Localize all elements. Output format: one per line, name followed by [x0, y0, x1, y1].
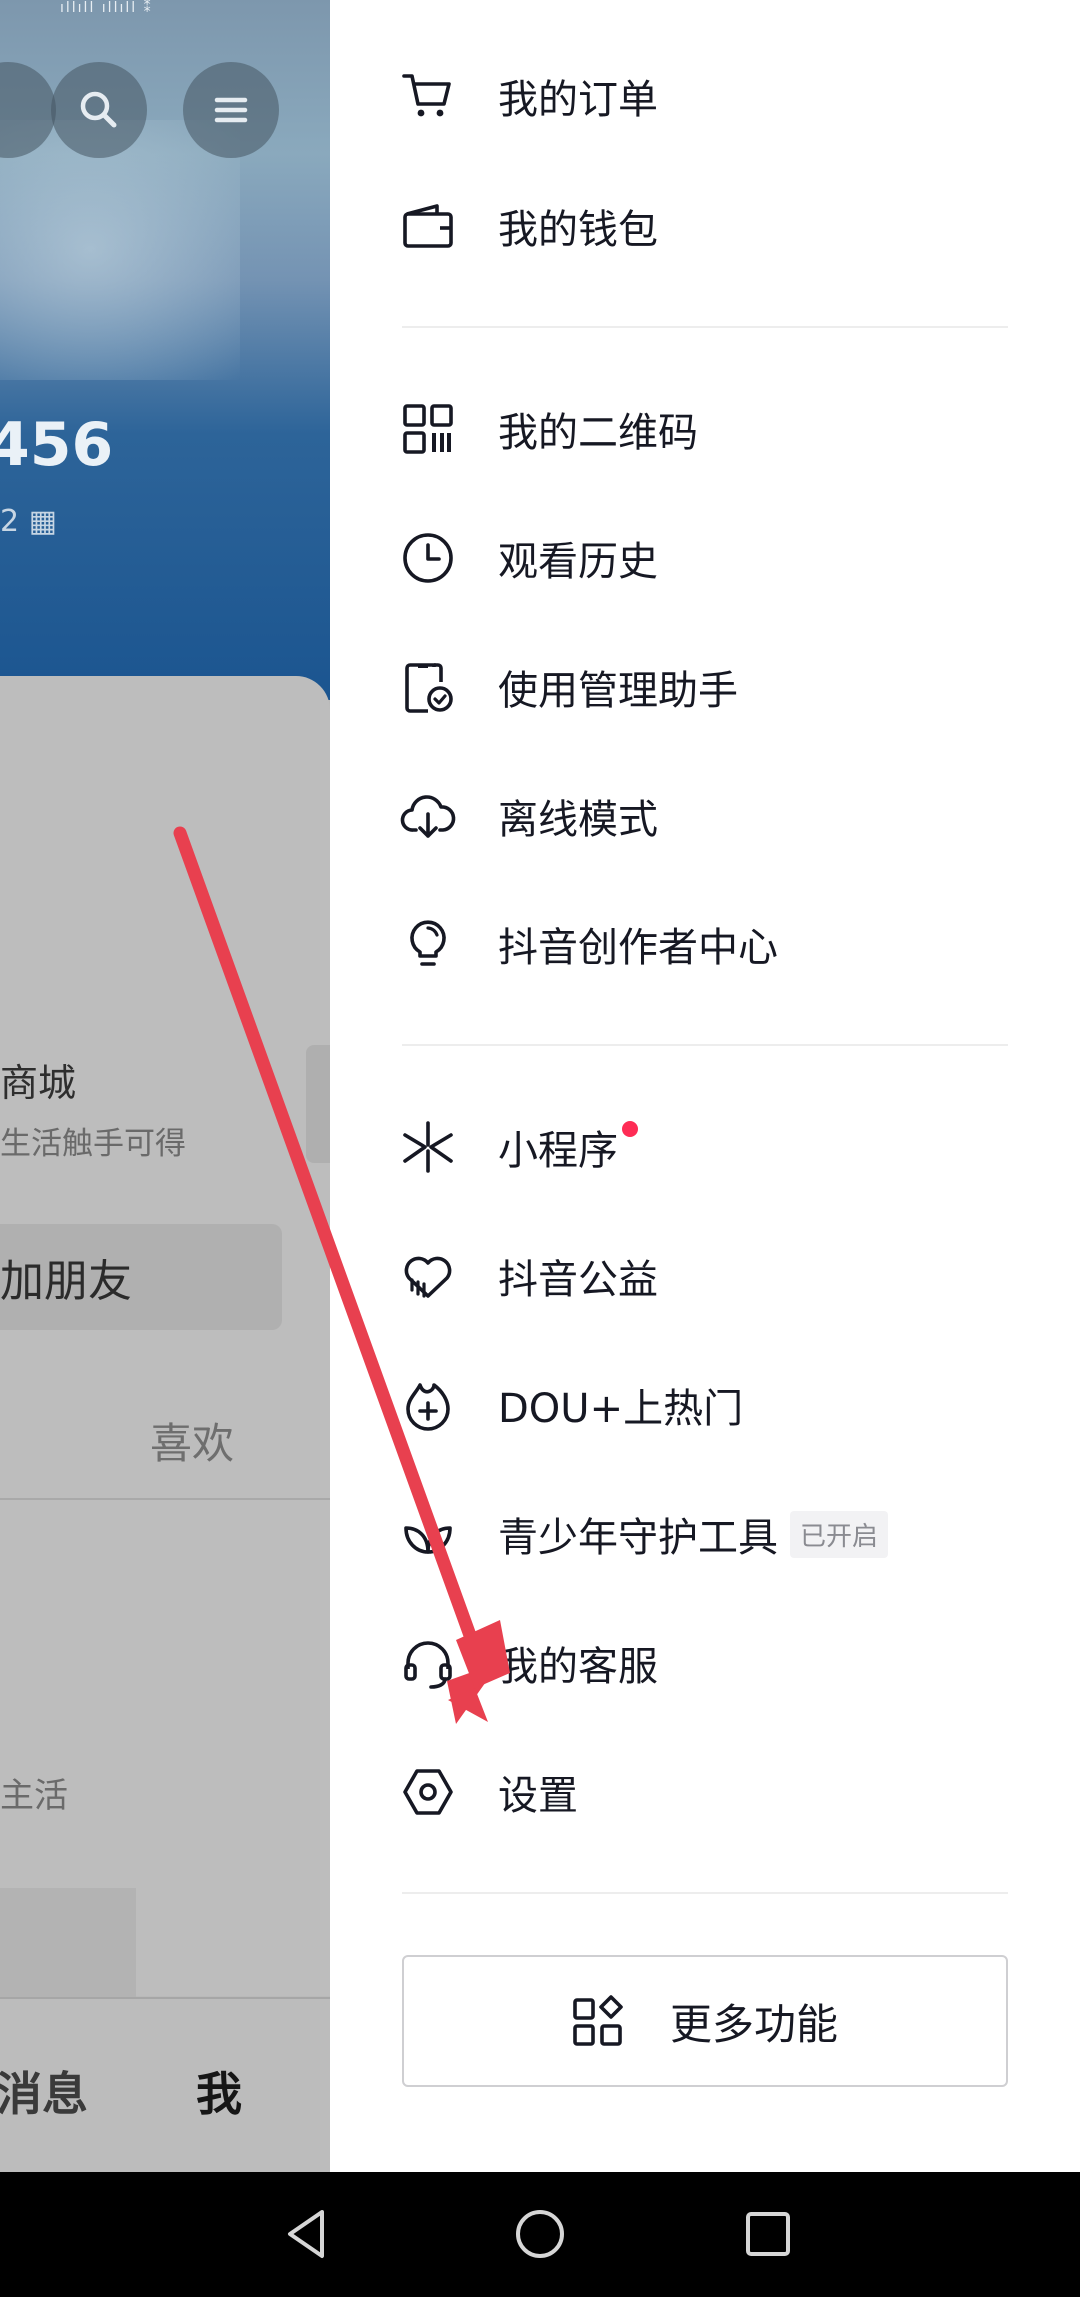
menu-item-customer-service[interactable]: 我的客服: [400, 1615, 1020, 1711]
menu-label: 我的客服: [498, 1644, 658, 1690]
tab-likes: 喜欢: [150, 1419, 235, 1468]
shopping-cart-icon: [400, 68, 456, 124]
menu-item-creator-center[interactable]: 抖音创作者中心: [400, 896, 1020, 992]
back-triangle-icon[interactable]: [276, 2202, 340, 2266]
nav-tab-me: 我: [196, 2067, 242, 2121]
menu-divider: [402, 326, 1008, 328]
hamburger-menu-icon: [214, 97, 248, 123]
status-badge: 已开启: [790, 1510, 889, 1558]
wallet-icon: [400, 198, 456, 254]
flame-plus-icon: [400, 1377, 456, 1433]
tab-divider: [0, 1498, 330, 1500]
menu-item-usage-manager[interactable]: 使用管理助手: [400, 639, 1020, 735]
lightbulb-icon: [400, 916, 456, 972]
menu-label: 离线模式: [498, 797, 658, 843]
menu-label: DOU+上热门: [498, 1386, 744, 1432]
menu-label: 我的订单: [498, 77, 658, 123]
clock-icon: [400, 530, 456, 586]
profile-stat-subtext: 2 ▦: [0, 504, 57, 539]
phone-check-icon: [400, 659, 456, 715]
leaf-icon: [400, 1506, 456, 1562]
more-features-button[interactable]: 更多功能: [402, 1955, 1008, 2087]
home-circle-icon[interactable]: [508, 2202, 572, 2266]
search-icon: [80, 91, 117, 128]
content-placeholder-block: [0, 1888, 136, 2000]
mall-subtitle: 生活触手可得: [0, 1126, 186, 1162]
nav-tab-messages: 消息: [0, 2067, 88, 2121]
menu-item-settings[interactable]: 设置: [400, 1744, 1020, 1840]
menu-label: 我的二维码: [498, 410, 698, 456]
add-friend-button: 加朋友: [0, 1224, 282, 1330]
menu-label: 我的钱包: [498, 207, 658, 253]
profile-stat-value: 456: [0, 410, 114, 480]
status-bar-glyphs: ıllıll ıllıll ⁑: [60, 0, 153, 16]
menu-button: [183, 62, 279, 158]
mini-program-icon: [400, 1119, 456, 1175]
menu-label: 抖音公益: [498, 1257, 658, 1303]
background-profile-page: ıllıll ıllıll ⁑ 456 2 ▦ 商城 生活触手可得 加朋友 喜欢…: [0, 0, 330, 2172]
menu-item-charity[interactable]: 抖音公益: [400, 1228, 1020, 1324]
mall-title: 商城: [0, 1061, 77, 1105]
cloud-download-icon: [400, 788, 456, 844]
recents-square-icon[interactable]: [736, 2202, 800, 2266]
headset-icon: [400, 1635, 456, 1691]
notification-dot: [622, 1121, 638, 1137]
search-button: [51, 62, 147, 158]
menu-label: 小程序: [498, 1128, 618, 1174]
more-features-label: 更多功能: [669, 1999, 838, 2049]
menu-item-mini-programs[interactable]: 小程序: [400, 1099, 1020, 1195]
menu-divider: [402, 1892, 1008, 1894]
menu-label: 抖音创作者中心: [498, 925, 778, 971]
menu-label: 青少年守护工具: [498, 1515, 778, 1561]
menu-label: 使用管理助手: [498, 668, 738, 714]
menu-item-youth-protection[interactable]: 青少年守护工具 已开启: [400, 1486, 1020, 1582]
qr-code-icon: [400, 401, 456, 457]
hexagon-settings-icon: [400, 1764, 456, 1820]
menu-item-watch-history[interactable]: 观看历史: [400, 510, 1020, 606]
heart-charity-icon: [400, 1248, 456, 1304]
side-drawer-menu: 我的订单 我的钱包 我的二维码 观看历史 使用管理助手 离线模式 抖音创作者中心…: [330, 0, 1080, 2172]
system-navigation-bar: [0, 2172, 1080, 2297]
menu-divider: [402, 1044, 1008, 1046]
side-tab: [306, 1045, 330, 1163]
menu-item-my-orders[interactable]: 我的订单: [400, 48, 1020, 144]
menu-item-my-wallet[interactable]: 我的钱包: [400, 178, 1020, 274]
menu-item-my-qr-code[interactable]: 我的二维码: [400, 381, 1020, 477]
grid-apps-icon: [573, 1995, 623, 2046]
menu-label: 设置: [498, 1773, 578, 1819]
life-text: 主活: [0, 1776, 68, 1816]
menu-label: 观看历史: [498, 539, 658, 585]
menu-item-dou-plus[interactable]: DOU+上热门: [400, 1357, 1020, 1453]
menu-item-offline-mode[interactable]: 离线模式: [400, 768, 1020, 864]
